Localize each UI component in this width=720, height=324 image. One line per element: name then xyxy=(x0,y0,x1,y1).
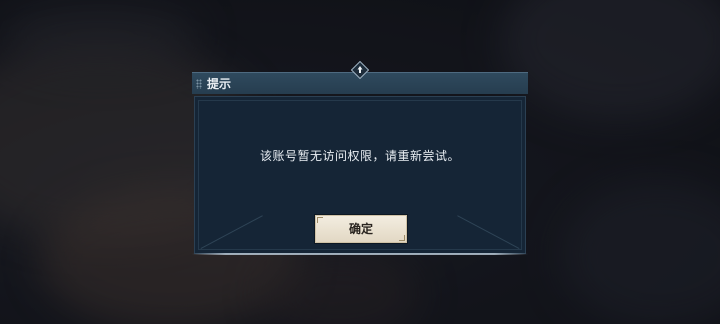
confirm-button-label: 确定 xyxy=(348,222,373,236)
game-screen: 提示 该账号暂无访问权限，请重新尝试。 确定 xyxy=(0,0,720,324)
confirm-button[interactable]: 确定 xyxy=(315,215,407,243)
dialog-message: 该账号暂无访问权限，请重新尝试。 xyxy=(259,149,460,163)
diamond-ornament-icon xyxy=(351,61,369,79)
dialog-bottom-rule xyxy=(192,253,528,255)
alert-dialog: 提示 该账号暂无访问权限，请重新尝试。 确定 xyxy=(192,61,528,255)
dialog-body: 该账号暂无访问权限，请重新尝试。 确定 xyxy=(194,96,526,254)
grip-dots-icon xyxy=(196,79,202,89)
dialog-title: 提示 xyxy=(207,77,232,91)
